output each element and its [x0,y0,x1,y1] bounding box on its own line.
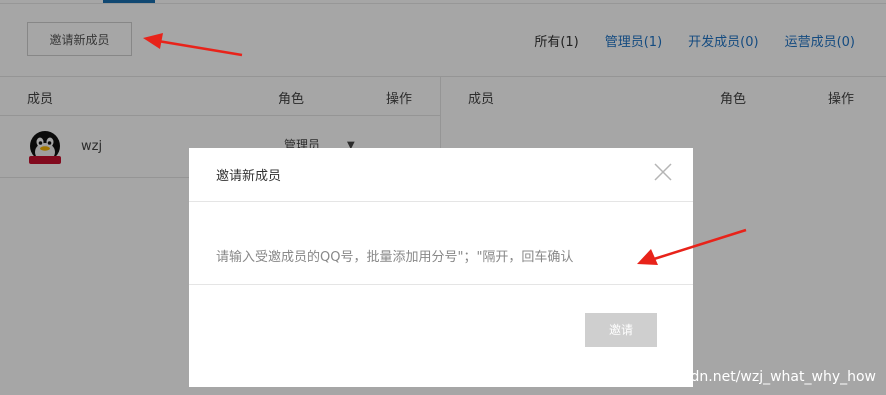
close-icon[interactable] [653,162,673,182]
watermark: https://blog.csdn.net/wzj_what_why_how [590,369,876,385]
dialog-footer-divider [189,284,693,285]
confirm-invite-button[interactable]: 邀请 [585,313,657,347]
dialog-title: 邀请新成员 [216,169,282,184]
invite-member-dialog: 邀请新成员 邀请 [189,148,693,387]
qq-number-input[interactable] [216,246,616,268]
dialog-header-divider [189,201,693,202]
